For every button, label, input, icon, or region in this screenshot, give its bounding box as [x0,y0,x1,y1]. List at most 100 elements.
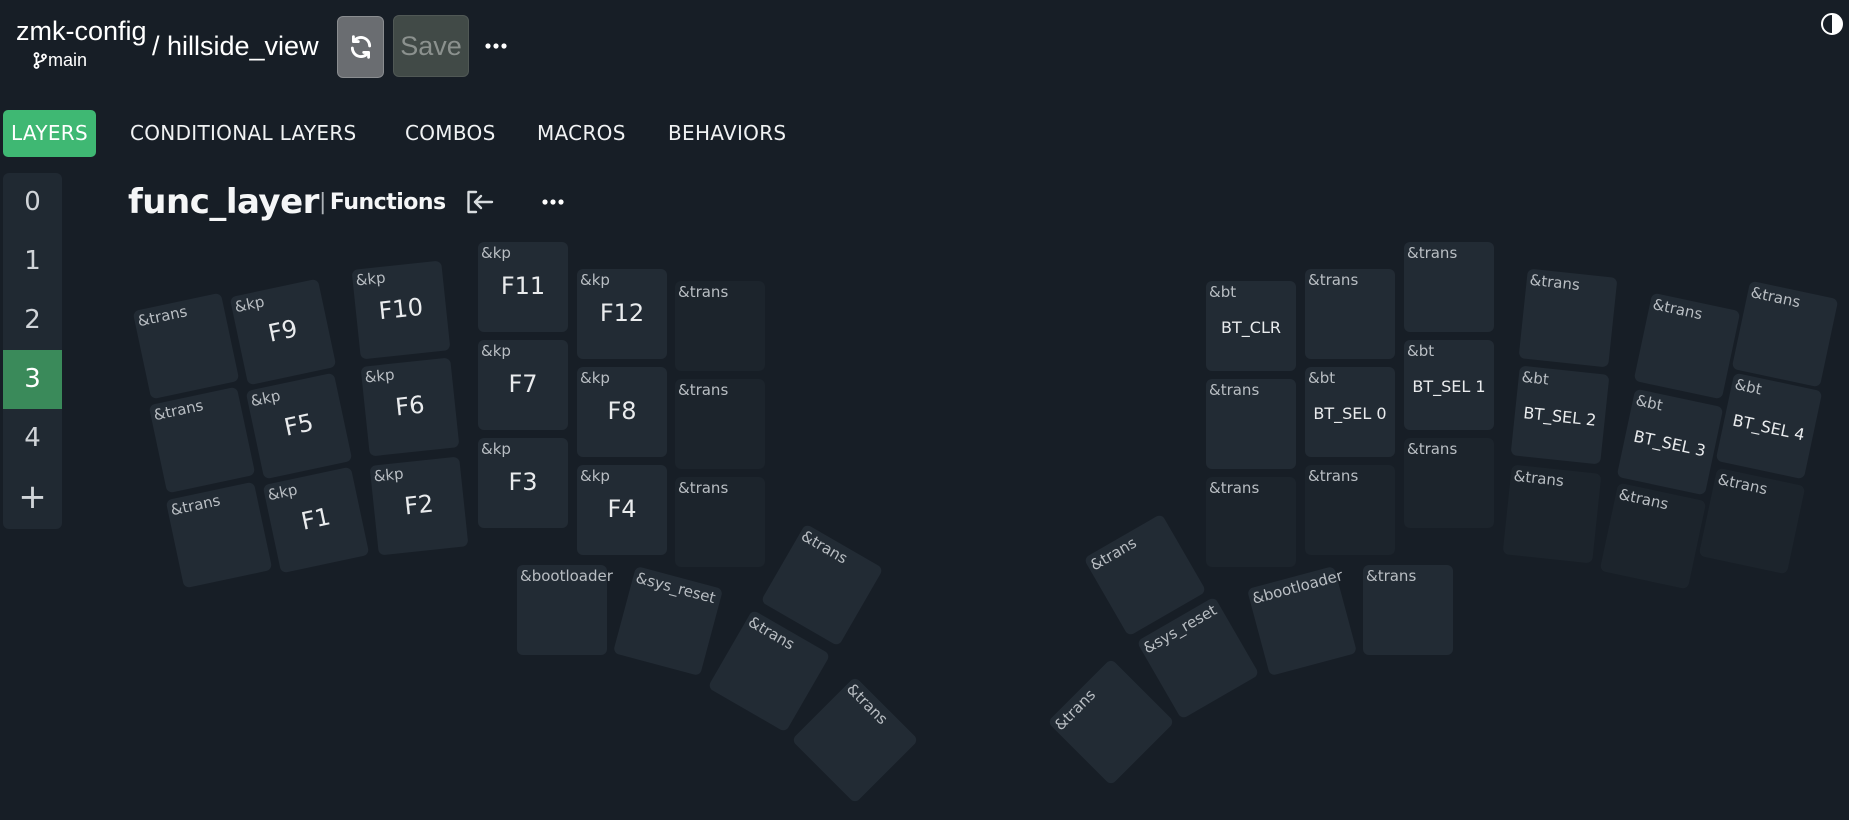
key-binding: &trans [1087,533,1140,575]
key-param: F2 [402,489,435,521]
save-button[interactable]: Save [393,15,469,77]
key-param: F5 [281,408,316,442]
key[interactable]: &trans [1633,292,1741,400]
key[interactable]: &trans [1404,438,1494,528]
key[interactable]: &trans [1518,268,1618,368]
key[interactable]: &bootloader [1246,565,1358,677]
key-param [1744,310,1832,329]
layer-more-button[interactable] [537,188,569,216]
key[interactable]: &trans [675,281,765,371]
key[interactable]: &sys_reset [612,565,724,677]
key-binding: &trans [842,679,892,729]
key-param [1612,512,1700,531]
tab-macros[interactable]: MACROS [537,110,626,157]
key-binding: &trans [678,283,729,301]
key[interactable]: &kp F7 [478,340,568,430]
layer-item-2[interactable]: 2 [3,291,62,350]
key-binding: &bt [1407,342,1435,360]
branch-name: main [48,50,88,70]
key[interactable]: &kp F1 [262,466,370,574]
key[interactable]: &trans [132,292,240,400]
key-binding: &trans [1308,467,1359,485]
key-param: BT_SEL 2 [1522,403,1598,430]
key-binding: &kp [363,365,396,387]
key[interactable]: &trans [1305,465,1395,555]
key[interactable]: &kp F11 [478,242,568,332]
key[interactable]: &bootloader [517,565,613,655]
key-param: BT_SEL 4 [1730,410,1807,445]
key[interactable]: &trans [1404,242,1494,332]
tab-conditional-layers[interactable]: CONDITIONAL LAYERS [130,110,357,157]
key-binding: &bt [1308,369,1336,387]
key[interactable]: &kp F8 [577,367,667,457]
key-binding: &kp [265,480,299,505]
tab-layers[interactable]: LAYERS [3,110,96,157]
key[interactable]: &kp F10 [351,260,451,360]
key[interactable]: &bt BT_SEL 0 [1305,367,1395,457]
key-binding: &trans [1209,479,1260,497]
layer-name[interactable]: func_layer [128,182,319,222]
layer-item-0[interactable]: 0 [3,173,62,232]
key[interactable]: &trans [1206,477,1296,567]
git-branch-icon [33,52,47,69]
key[interactable]: &bt BT_SEL 2 [1510,365,1610,465]
key-binding: &trans [678,479,729,497]
more-options-button[interactable] [483,34,509,58]
key-binding: &kp [248,386,282,411]
key-binding: &trans [1651,295,1705,324]
key[interactable]: &trans [165,481,273,589]
key-binding: &bt [1520,367,1550,389]
key[interactable]: &kp F3 [478,438,568,528]
refresh-button[interactable] [337,16,384,78]
key-param: BT_SEL 3 [1631,426,1708,461]
layer-label-text: Functions [329,190,446,215]
keyboard-name: / hillside_view [152,31,319,61]
key[interactable]: &kp F5 [245,372,353,480]
layer-item-4[interactable]: 4 [3,409,62,468]
key[interactable]: &bt BT_CLR [1206,281,1296,371]
add-layer-button[interactable]: + [3,468,62,527]
exit-layer-button[interactable] [464,188,496,216]
key[interactable]: &trans [791,676,919,804]
key[interactable]: &trans [675,477,765,567]
key-param [1509,494,1599,503]
tab-behaviors[interactable]: BEHAVIORS [668,110,786,157]
key-param: F8 [607,397,637,425]
layer-label[interactable]: | Functions [319,190,446,215]
key-binding: &kp [481,244,511,262]
key[interactable]: &trans [1731,280,1839,388]
tab-combos[interactable]: COMBOS [405,110,496,157]
key[interactable]: &kp F2 [369,456,469,556]
key[interactable]: &kp F6 [360,357,460,457]
key-param: BT_CLR [1221,318,1281,337]
key[interactable]: &trans [1599,482,1707,590]
key[interactable]: &trans [1363,565,1453,655]
key[interactable]: &bt BT_SEL 1 [1404,340,1494,430]
contrast-theme-icon [1821,13,1843,35]
key-binding: &trans [135,302,189,331]
layer-item-3[interactable]: 3 [3,350,62,409]
key[interactable]: &trans [1305,269,1395,359]
key-binding: &kp [232,292,266,317]
key-binding: &trans [1617,485,1671,514]
key-binding: &kp [481,440,511,458]
key[interactable]: &kp F4 [577,465,667,555]
key-binding: &trans [1209,381,1260,399]
key[interactable]: &trans [675,379,765,469]
theme-toggle-button[interactable] [1820,12,1844,40]
key-binding: &trans [798,526,851,568]
key-param: F10 [377,292,425,326]
key-param: F3 [508,468,538,496]
branch-selector[interactable]: main [33,50,87,71]
key[interactable]: &kp F9 [229,278,337,386]
key[interactable]: &trans [1206,379,1296,469]
key[interactable]: &trans [148,386,256,494]
key[interactable]: &trans [1502,464,1602,564]
key[interactable]: &bt BT_SEL 4 [1715,372,1823,480]
key[interactable]: &bt BT_SEL 3 [1616,388,1724,496]
key[interactable]: &trans [1047,658,1175,786]
key[interactable]: &kp F12 [577,269,667,359]
key[interactable]: &trans [1698,467,1806,575]
layer-item-1[interactable]: 1 [3,232,62,291]
repo-name[interactable]: zmk-config [16,18,147,45]
